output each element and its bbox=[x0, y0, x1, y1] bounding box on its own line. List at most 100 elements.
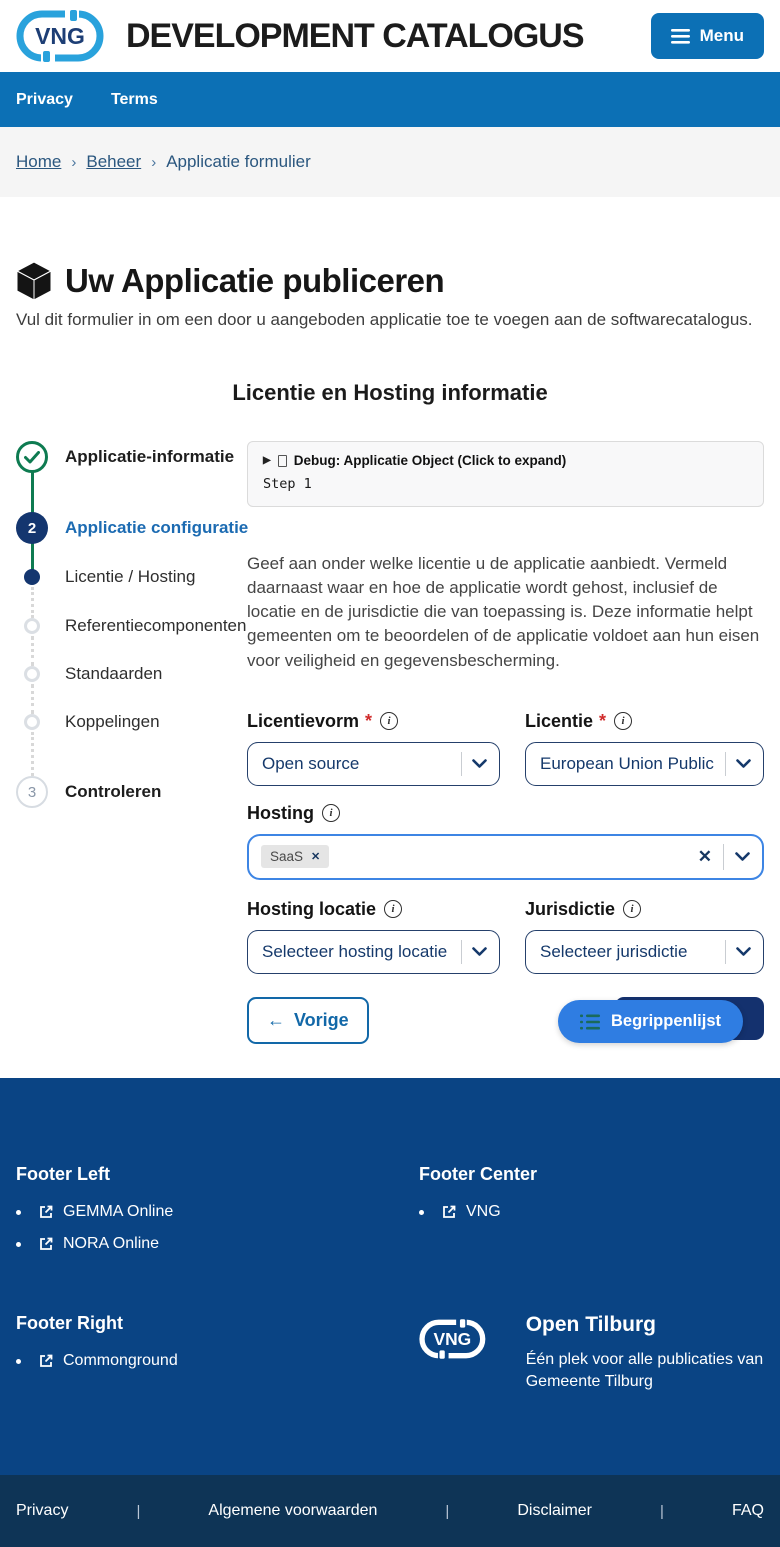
page-subtitle: Vul dit formulier in om een door u aange… bbox=[16, 310, 753, 329]
hosting-locatie-placeholder: Selecteer hosting locatie bbox=[262, 941, 448, 961]
info-icon[interactable] bbox=[623, 900, 642, 919]
hamburger-icon bbox=[670, 28, 690, 44]
vng-logo[interactable]: VNG bbox=[16, 10, 104, 62]
select-divider bbox=[725, 939, 726, 964]
previous-button[interactable]: Vorige bbox=[247, 996, 369, 1044]
pipe-separator: | bbox=[445, 1502, 450, 1520]
chevron-down-icon bbox=[736, 946, 751, 956]
footer-link-label: Commonground bbox=[63, 1352, 178, 1369]
step-1-check-icon[interactable] bbox=[16, 441, 48, 473]
stepper-substep-koppelingen[interactable]: Koppelingen bbox=[65, 712, 160, 732]
bottom-link-disclaimer[interactable]: Disclaimer bbox=[517, 1502, 592, 1520]
nav-privacy-link[interactable]: Privacy bbox=[16, 91, 73, 109]
select-divider bbox=[725, 751, 726, 776]
form-stepper: Applicatie-informatie 2 Applicatie confi… bbox=[16, 441, 248, 821]
stepper-substep-standaarden[interactable]: Standaarden bbox=[65, 664, 162, 684]
vng-footer-logo-icon: VNG bbox=[419, 1319, 486, 1359]
bottom-link-faq[interactable]: FAQ bbox=[732, 1502, 764, 1520]
field-jurisdictie: Jurisdictie Selecteer jurisdictie bbox=[525, 899, 764, 974]
main-content: Uw Applicatie publiceren Vul dit formuli… bbox=[0, 197, 780, 1078]
breadcrumb-beheer[interactable]: Beheer bbox=[86, 152, 141, 172]
footer: Footer Left GEMMA Online NORA Online Foo… bbox=[0, 1078, 780, 1475]
svg-text:VNG: VNG bbox=[433, 1329, 471, 1349]
licentie-label: Licentie bbox=[525, 710, 594, 731]
info-icon[interactable] bbox=[380, 712, 399, 731]
glossary-button[interactable]: Begrippenlijst bbox=[557, 1000, 743, 1043]
footer-link-nora-online[interactable]: NORA Online bbox=[38, 1235, 159, 1253]
bottom-link-algemene-voorwaarden[interactable]: Algemene voorwaarden bbox=[208, 1502, 377, 1520]
menu-button[interactable]: Menu bbox=[650, 13, 764, 59]
stepper-substep-licentie-hosting[interactable]: Licentie / Hosting bbox=[65, 567, 195, 587]
substep-dot-standaarden[interactable] bbox=[24, 666, 40, 682]
field-licentievorm: Licentievorm * Open source bbox=[247, 711, 500, 786]
debug-panel: Debug: Applicatie Object (Click to expan… bbox=[247, 441, 764, 507]
stepper-step-applicatie-informatie[interactable]: Applicatie-informatie bbox=[65, 447, 234, 467]
licentie-value: European Union Public L... bbox=[540, 753, 715, 773]
bullet-icon bbox=[16, 1209, 21, 1215]
chevron-down-icon bbox=[472, 758, 487, 768]
bullet-icon bbox=[16, 1358, 21, 1364]
footer-link-commonground[interactable]: Commonground bbox=[38, 1352, 178, 1370]
step-2-circle[interactable]: 2 bbox=[16, 512, 48, 544]
footer-left-column: Footer Left GEMMA Online NORA Online bbox=[16, 1164, 419, 1267]
select-divider bbox=[461, 751, 462, 776]
footer-link-label: NORA Online bbox=[63, 1235, 160, 1252]
bottom-link-privacy[interactable]: Privacy bbox=[16, 1502, 68, 1520]
hosting-multiselect[interactable]: SaaS bbox=[247, 833, 764, 880]
debug-summary-toggle[interactable]: Debug: Applicatie Object (Click to expan… bbox=[263, 453, 748, 468]
chip-remove-icon[interactable] bbox=[311, 850, 320, 863]
external-link-icon bbox=[40, 1205, 53, 1218]
stepper-step-applicatie-configuratie[interactable]: Applicatie configuratie bbox=[65, 518, 248, 538]
footer-center-column: Footer Center VNG bbox=[419, 1164, 764, 1267]
stepper-substep-referentiecomponenten[interactable]: Referentiecomponenten bbox=[65, 616, 246, 636]
page: VNG DEVELOPMENT CATALOGUS Menu Privacy T… bbox=[0, 0, 780, 1547]
licentievorm-label: Licentievorm bbox=[247, 710, 360, 731]
breadcrumb-home[interactable]: Home bbox=[16, 152, 61, 172]
select-divider bbox=[723, 843, 724, 870]
step-3-circle[interactable]: 3 bbox=[16, 776, 48, 808]
field-hosting: Hosting SaaS bbox=[247, 803, 764, 880]
licentie-select[interactable]: European Union Public L... bbox=[525, 741, 764, 786]
form-column: Debug: Applicatie Object (Click to expan… bbox=[247, 441, 764, 1044]
menu-button-label: Menu bbox=[699, 26, 744, 45]
form-intro-text: Geef aan onder welke licentie u de appli… bbox=[247, 554, 760, 670]
footer-link-label: GEMMA Online bbox=[63, 1203, 174, 1220]
footer-right-column: Footer Right Commonground bbox=[16, 1313, 419, 1392]
list-item: Commonground bbox=[16, 1352, 419, 1370]
list-icon bbox=[579, 1014, 600, 1029]
footer-link-vng[interactable]: VNG bbox=[441, 1203, 501, 1221]
breadcrumb: Home › Beheer › Applicatie formulier bbox=[0, 127, 780, 197]
chevron-down-icon bbox=[472, 946, 487, 956]
jurisdictie-select[interactable]: Selecteer jurisdictie bbox=[525, 929, 764, 974]
list-item: GEMMA Online bbox=[16, 1203, 419, 1221]
substep-dot-licentie-hosting[interactable] bbox=[24, 569, 40, 585]
chevron-down-icon bbox=[736, 758, 751, 768]
info-icon[interactable] bbox=[322, 804, 340, 823]
footer-brand-block: VNG Open Tilburg Één plek voor alle publ… bbox=[419, 1313, 764, 1392]
cube-icon bbox=[16, 261, 52, 301]
form-section-title: Licentie en Hosting informatie bbox=[232, 380, 548, 405]
hosting-locatie-select[interactable]: Selecteer hosting locatie bbox=[247, 929, 500, 974]
footer-center-heading: Footer Center bbox=[419, 1164, 538, 1184]
footer-link-gemma-online[interactable]: GEMMA Online bbox=[38, 1203, 173, 1221]
licentievorm-select[interactable]: Open source bbox=[247, 741, 500, 786]
stepper-step-controleren[interactable]: Controleren bbox=[65, 782, 161, 802]
hosting-locatie-label: Hosting locatie bbox=[247, 898, 377, 919]
clear-all-icon[interactable] bbox=[698, 847, 712, 867]
field-licentie: Licentie * European Union Public L... bbox=[525, 711, 764, 786]
pipe-separator: | bbox=[136, 1502, 141, 1520]
external-link-icon bbox=[40, 1237, 53, 1250]
substep-dot-referentiecomponenten[interactable] bbox=[24, 618, 40, 634]
nav-terms-link[interactable]: Terms bbox=[111, 91, 158, 109]
stepper-connector bbox=[31, 684, 34, 714]
breadcrumb-separator-icon: › bbox=[71, 153, 77, 171]
substep-dot-koppelingen[interactable] bbox=[24, 714, 40, 730]
hosting-chip-label: SaaS bbox=[270, 849, 304, 865]
stepper-connector bbox=[31, 636, 34, 666]
debug-summary-label: Debug: Applicatie Object (Click to expan… bbox=[293, 453, 567, 468]
select-divider bbox=[461, 939, 462, 964]
info-icon[interactable] bbox=[614, 712, 633, 731]
info-icon[interactable] bbox=[384, 900, 403, 919]
footer-brand-text: Open Tilburg Één plek voor alle publicat… bbox=[526, 1313, 764, 1392]
chevron-down-icon bbox=[735, 851, 750, 861]
